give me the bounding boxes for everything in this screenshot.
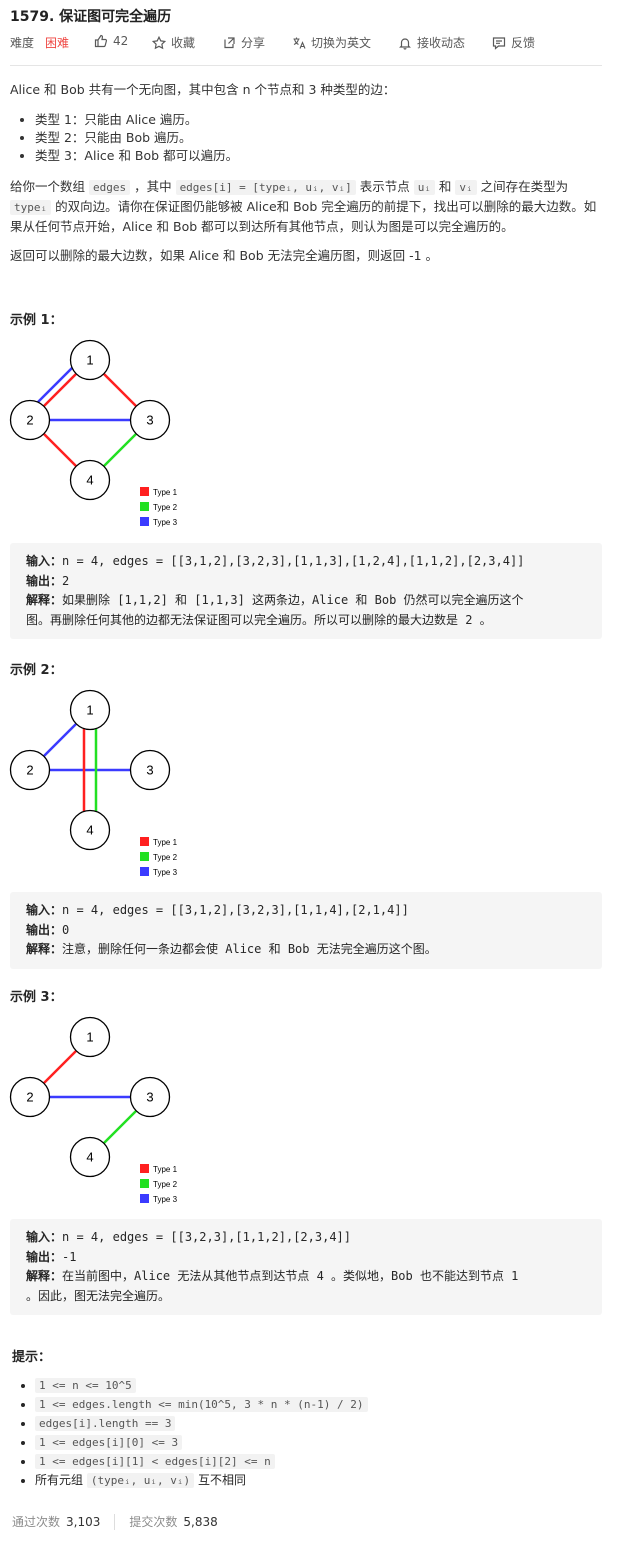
stats-divider [114,1513,116,1530]
svg-text:4: 4 [86,1150,93,1165]
feedback-icon [492,36,506,50]
problem-meta-bar: 难度 困难 42 收藏 分享 切换为英文 接收动态 反馈 [10,34,605,52]
example-3-title: 示例 3： [10,990,63,1005]
example-1-block: 输入：n = 4, edges = [[3,1,2],[3,2,3],[1,1,… [10,543,602,639]
graph-node: 4 [69,459,111,501]
list-item: 类型 1：只能由 Alice 遍历。 [35,111,238,129]
hints-list: 1 <= n <= 10^5 1 <= edges.length <= min(… [35,1376,368,1490]
edge-type-list: 类型 1：只能由 Alice 遍历。 类型 2：只能由 Bob 遍历。 类型 3… [35,111,238,165]
svg-text:Type 3: Type 3 [153,868,178,877]
notify-label: 接收动态 [417,36,466,50]
list-item: 所有元组 (typeᵢ, uᵢ, vᵢ) 互不相同 [35,1471,368,1490]
example-1-title: 示例 1： [10,313,63,328]
svg-text:Type 1: Type 1 [153,838,178,847]
example-2-graph: 1 2 3 4 Type 1 Type 2 Type 3 [9,689,178,877]
svg-text:2: 2 [26,413,33,428]
submission-stats: 通过次数 3,103 提交次数 5,838 [12,1513,218,1530]
graph-node: 3 [129,749,171,791]
graph-node: 1 [69,689,111,731]
hints-title: 提示： [12,1350,52,1365]
graph-node: 3 [129,399,171,441]
feedback-button[interactable]: 反馈 [492,34,535,51]
svg-text:Type 2: Type 2 [153,1180,178,1189]
share-label: 分享 [241,36,266,50]
like-button[interactable]: 42 [94,34,128,48]
notify-button[interactable]: 接收动态 [398,34,465,51]
description-paragraph: 给你一个数组 edges ，其中 edges[i] = [typeᵢ, uᵢ, … [10,179,597,234]
difficulty: 难度 困难 [10,34,69,51]
translate-icon [293,37,306,49]
list-item: 1 <= edges[i][1] < edges[i][2] <= n [35,1452,368,1471]
share-button[interactable]: 分享 [222,34,265,51]
graph-node: 1 [69,1016,111,1058]
feedback-label: 反馈 [511,36,536,50]
list-item: 1 <= n <= 10^5 [35,1376,368,1395]
list-item: 类型 3：Alice 和 Bob 都可以遍历。 [35,147,238,165]
header-divider [10,65,602,66]
switch-language-button[interactable]: 切换为英文 [292,34,371,51]
thumbs-up-icon [94,34,108,48]
graph-node: 4 [69,1136,111,1178]
svg-text:3: 3 [146,1090,153,1105]
description-return: 返回可以删除的最大边数，如果 Alice 和 Bob 无法完全遍历图，则返回 -… [10,248,439,263]
svg-text:1: 1 [86,703,93,718]
graph-node: 2 [9,1076,51,1118]
submitted-label: 提交次数 [129,1515,178,1529]
svg-text:3: 3 [146,413,153,428]
difficulty-badge: 困难 [45,36,70,50]
svg-text:Type 1: Type 1 [153,1165,178,1174]
legend: Type 1 Type 2 Type 3 [140,837,178,877]
svg-text:Type 3: Type 3 [153,518,178,527]
svg-text:4: 4 [86,823,93,838]
legend: Type 1 Type 2 Type 3 [140,487,178,527]
list-item: edges[i].length == 3 [35,1414,368,1433]
legend: Type 1 Type 2 Type 3 [140,1164,178,1204]
accepted-label: 通过次数 [12,1515,61,1529]
svg-text:3: 3 [146,763,153,778]
description-intro: Alice 和 Bob 共有一个无向图，其中包含 n 个节点和 3 种类型的边： [10,82,396,97]
like-count: 42 [113,34,129,48]
svg-text:Type 3: Type 3 [153,1195,178,1204]
svg-text:Type 2: Type 2 [153,853,178,862]
star-icon [152,35,166,49]
problem-title: 1579. 保证图可完全遍历 [10,9,172,25]
example-1-graph: 1 2 3 4 Type 1 Type 2 Type 3 [9,339,178,527]
list-item: 1 <= edges[i][0] <= 3 [35,1433,368,1452]
accepted-count: 3,103 [66,1514,101,1529]
collect-label: 收藏 [171,36,196,50]
switch-language-label: 切换为英文 [311,36,372,50]
list-item: 类型 2：只能由 Bob 遍历。 [35,129,238,147]
difficulty-label: 难度 [10,36,35,50]
example-3-graph: 1 2 3 4 Type 1 Type 2 Type 3 [9,1016,178,1204]
graph-node: 2 [9,399,51,441]
svg-text:Type 2: Type 2 [153,503,178,512]
graph-node: 2 [9,749,51,791]
graph-node: 3 [129,1076,171,1118]
example-2-title: 示例 2： [10,663,63,678]
example-3-block: 输入：n = 4, edges = [[3,2,3],[1,1,2],[2,3,… [10,1219,602,1315]
graph-node: 4 [69,809,111,851]
bell-icon [399,37,411,50]
submitted-count: 5,838 [183,1514,218,1529]
svg-text:1: 1 [86,353,93,368]
list-item: 1 <= edges.length <= min(10^5, 3 * n * (… [35,1395,368,1414]
example-2-block: 输入：n = 4, edges = [[3,1,2],[3,2,3],[1,1,… [10,892,602,969]
graph-node: 1 [69,339,111,381]
collect-button[interactable]: 收藏 [152,34,195,51]
svg-text:4: 4 [86,473,93,488]
svg-text:Type 1: Type 1 [153,488,178,497]
svg-text:1: 1 [86,1030,93,1045]
svg-text:2: 2 [26,763,33,778]
svg-text:2: 2 [26,1090,33,1105]
share-icon [224,36,235,48]
